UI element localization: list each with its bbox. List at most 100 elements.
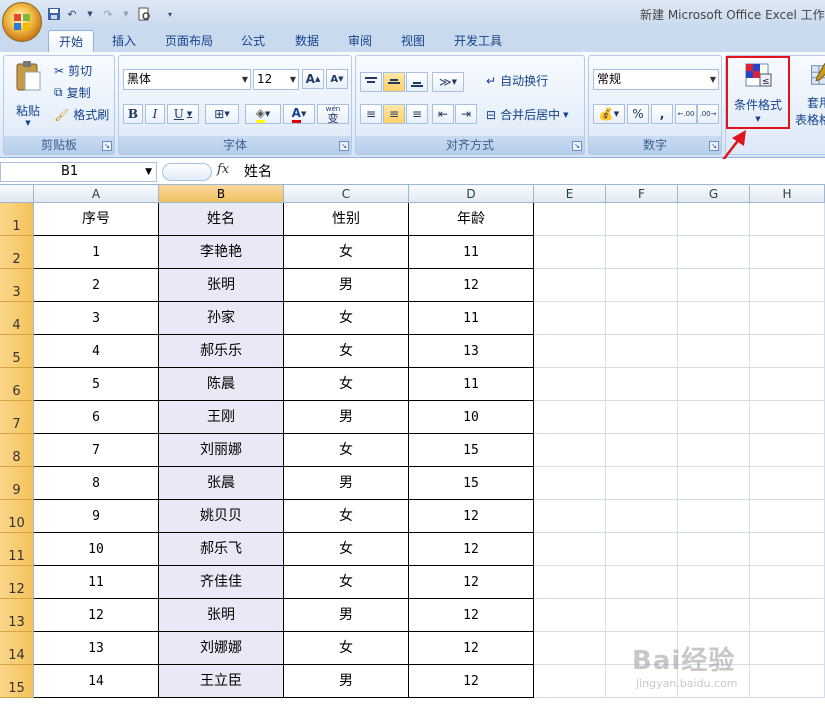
tab-developer[interactable]: 开发工具 [446, 30, 510, 52]
grow-font-button[interactable]: A ▲ [302, 69, 324, 89]
row-header-5[interactable]: 5 [0, 335, 34, 368]
copy-button[interactable]: ⧉ 复制 [54, 84, 91, 101]
cell-index[interactable]: 1 [34, 236, 159, 269]
redo-dropdown-icon[interactable]: ▼ [118, 5, 134, 23]
tab-home[interactable]: 开始 [48, 30, 94, 52]
column-header-H[interactable]: H [750, 185, 825, 203]
align-middle-button[interactable] [383, 72, 405, 92]
cell-gender[interactable]: 女 [284, 335, 409, 368]
cell-name[interactable]: 张明 [159, 269, 284, 302]
cell-age[interactable]: 12 [409, 599, 534, 632]
percent-button[interactable]: % [627, 104, 649, 124]
empty-cell[interactable] [534, 467, 606, 500]
print-preview-icon[interactable] [136, 5, 152, 23]
empty-cell[interactable] [534, 566, 606, 599]
paste-button[interactable]: 粘贴 ▼ [8, 60, 48, 132]
empty-cell[interactable] [534, 335, 606, 368]
undo-dropdown-icon[interactable]: ▼ [82, 5, 98, 23]
cell-name[interactable]: 刘丽娜 [159, 434, 284, 467]
cell-gender[interactable]: 男 [284, 401, 409, 434]
row-header-7[interactable]: 7 [0, 401, 34, 434]
header-cell-age[interactable]: 年龄 [409, 203, 534, 236]
increase-indent-button[interactable]: ⇥ [455, 104, 477, 124]
empty-cell[interactable] [750, 335, 825, 368]
cell-index[interactable]: 9 [34, 500, 159, 533]
cell-name[interactable]: 王刚 [159, 401, 284, 434]
empty-cell[interactable] [678, 500, 750, 533]
empty-cell[interactable] [606, 566, 678, 599]
customize-qat-icon[interactable]: ▾ [162, 5, 178, 23]
empty-cell[interactable] [678, 236, 750, 269]
empty-cell[interactable] [750, 533, 825, 566]
cell-gender[interactable]: 女 [284, 566, 409, 599]
cell-age[interactable]: 15 [409, 434, 534, 467]
empty-cell[interactable] [750, 566, 825, 599]
cell-name[interactable]: 孙家 [159, 302, 284, 335]
cell-index[interactable]: 10 [34, 533, 159, 566]
merge-center-button[interactable]: ⊟ 合并后居中 ▼ [486, 106, 568, 123]
cell-age[interactable]: 15 [409, 467, 534, 500]
cell-age[interactable]: 11 [409, 236, 534, 269]
cell-index[interactable]: 7 [34, 434, 159, 467]
empty-cell[interactable] [678, 401, 750, 434]
column-header-A[interactable]: A [34, 185, 159, 203]
cell-gender[interactable]: 女 [284, 302, 409, 335]
select-all-corner[interactable] [0, 185, 34, 203]
cell-name[interactable]: 齐佳佳 [159, 566, 284, 599]
cell-index[interactable]: 3 [34, 302, 159, 335]
empty-cell[interactable] [534, 368, 606, 401]
empty-cell[interactable] [606, 533, 678, 566]
cell-age[interactable]: 12 [409, 632, 534, 665]
cell-gender[interactable]: 女 [284, 434, 409, 467]
empty-cell[interactable] [606, 500, 678, 533]
insert-function-button[interactable]: fx [217, 162, 237, 182]
header-cell-name[interactable]: 姓名 [159, 203, 284, 236]
empty-cell[interactable] [678, 203, 750, 236]
cell-gender[interactable]: 男 [284, 269, 409, 302]
align-center-button[interactable]: ≡ [383, 104, 405, 124]
cell-name[interactable]: 刘娜娜 [159, 632, 284, 665]
cell-index[interactable]: 2 [34, 269, 159, 302]
redo-icon[interactable]: ↷ [100, 5, 116, 23]
cell-name[interactable]: 陈晨 [159, 368, 284, 401]
number-format-combo[interactable]: 常规 ▼ [593, 69, 719, 90]
dialog-launcher-icon[interactable]: ↘ [572, 141, 582, 151]
empty-cell[interactable] [678, 533, 750, 566]
dialog-launcher-icon[interactable]: ↘ [339, 141, 349, 151]
empty-cell[interactable] [606, 236, 678, 269]
cell-index[interactable]: 4 [34, 335, 159, 368]
cell-gender[interactable]: 男 [284, 665, 409, 698]
cell-gender[interactable]: 男 [284, 467, 409, 500]
empty-cell[interactable] [606, 302, 678, 335]
cell-index[interactable]: 11 [34, 566, 159, 599]
cell-name[interactable]: 张晨 [159, 467, 284, 500]
cell-age[interactable]: 11 [409, 368, 534, 401]
cell-index[interactable]: 8 [34, 467, 159, 500]
empty-cell[interactable] [534, 236, 606, 269]
header-cell-gender[interactable]: 性别 [284, 203, 409, 236]
borders-button[interactable]: ⊞ ▼ [205, 104, 239, 124]
row-header-11[interactable]: 11 [0, 533, 34, 566]
cut-button[interactable]: ✂ 剪切 [54, 62, 92, 79]
cell-name[interactable]: 张明 [159, 599, 284, 632]
cell-age[interactable]: 12 [409, 665, 534, 698]
tab-formulas[interactable]: 公式 [233, 30, 273, 52]
save-icon[interactable] [46, 5, 62, 23]
row-header-14[interactable]: 14 [0, 632, 34, 665]
empty-cell[interactable] [534, 665, 606, 698]
empty-cell[interactable] [606, 368, 678, 401]
orientation-button[interactable]: ≫ ▼ [432, 72, 464, 92]
empty-cell[interactable] [678, 368, 750, 401]
empty-cell[interactable] [606, 335, 678, 368]
cell-gender[interactable]: 女 [284, 533, 409, 566]
empty-cell[interactable] [606, 434, 678, 467]
row-header-6[interactable]: 6 [0, 368, 34, 401]
empty-cell[interactable] [606, 467, 678, 500]
empty-cell[interactable] [678, 434, 750, 467]
cell-gender[interactable]: 女 [284, 236, 409, 269]
cell-index[interactable]: 5 [34, 368, 159, 401]
empty-cell[interactable] [606, 269, 678, 302]
column-header-G[interactable]: G [678, 185, 750, 203]
empty-cell[interactable] [750, 467, 825, 500]
row-header-8[interactable]: 8 [0, 434, 34, 467]
